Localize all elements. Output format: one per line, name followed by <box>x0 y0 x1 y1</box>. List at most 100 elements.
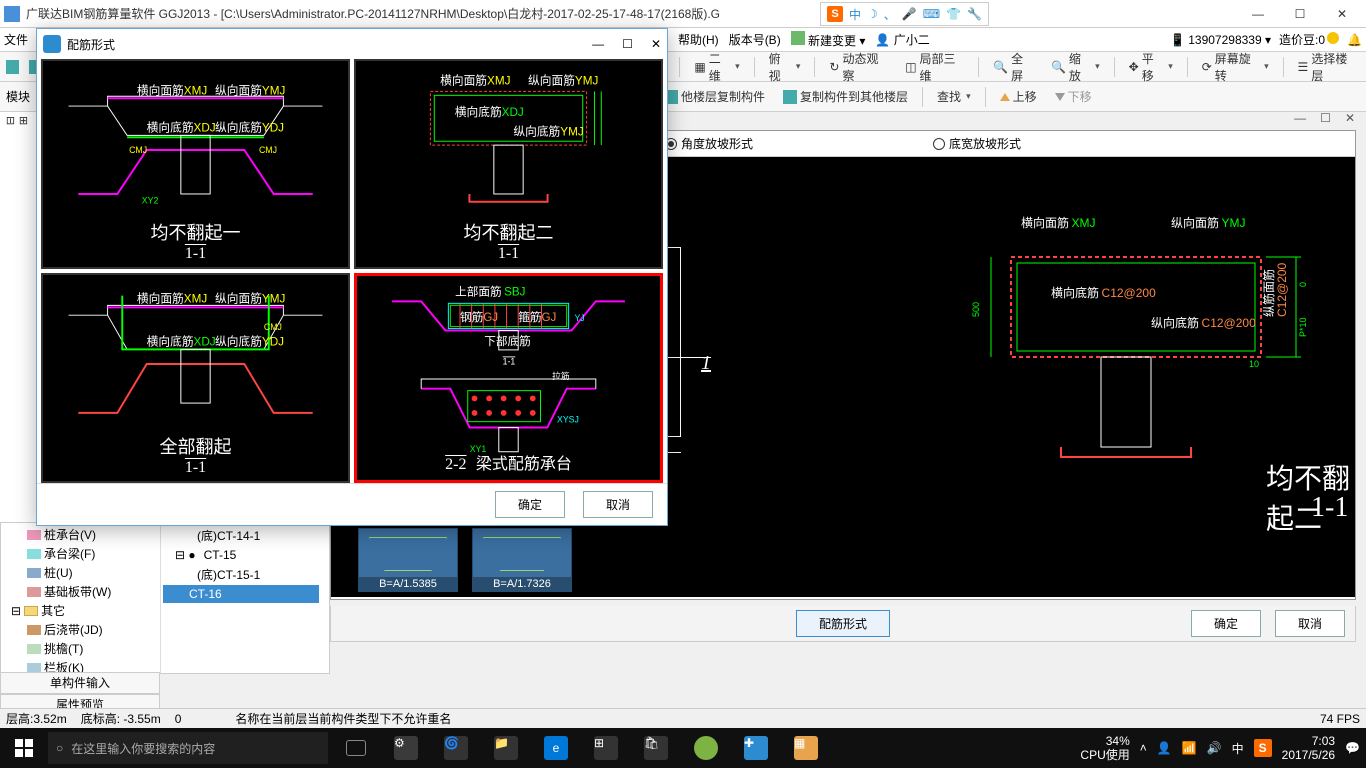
move-up[interactable]: 上移 <box>996 86 1041 107</box>
taskbar-app[interactable]: ⚙ <box>384 728 428 768</box>
taskbar-app-active[interactable]: ✚ <box>734 728 778 768</box>
tree-node[interactable]: 栏板(K) <box>1 658 160 673</box>
user-phone[interactable]: 📱 13907298339 ▾ <box>1170 33 1271 47</box>
taskbar-app[interactable] <box>684 728 728 768</box>
dialog-titlebar[interactable]: 配筋形式 — ☐ ✕ <box>37 29 667 59</box>
ime-tool-icon[interactable]: 🔧 <box>967 7 982 21</box>
ime-mode[interactable]: 中 <box>849 6 861 23</box>
option-cell-3[interactable]: 横向面筋XMJ 纵向面筋YMJ 横向底筋XDJ 纵向底筋YDJ CMJ 全部翻起… <box>41 273 350 483</box>
select-floor[interactable]: ☰ 选择楼层 <box>1294 48 1361 86</box>
menu-file[interactable]: 文件 <box>4 31 28 48</box>
screen-rotate[interactable]: ⟳ 屏幕旋转 <box>1198 48 1273 86</box>
component-list[interactable]: (底)CT-14-1 ⊟ ● CT-15 (底)CT-15-1 CT-16 <box>161 523 321 673</box>
dialog-ok-button[interactable]: 确定 <box>495 491 565 518</box>
single-input-button[interactable]: 单构件输入 <box>0 672 160 694</box>
menu-user[interactable]: 👤 广小二 <box>875 31 929 48</box>
view-2d[interactable]: ▦ 二维 <box>690 48 743 86</box>
store-icon[interactable]: 🛍 <box>634 728 678 768</box>
local-3d[interactable]: ◫ 局部三维 <box>901 48 968 86</box>
tree-node[interactable]: 挑檐(T) <box>1 639 160 658</box>
dialog-close[interactable]: ✕ <box>651 37 661 51</box>
taskbar-app[interactable]: ⊞ <box>584 728 628 768</box>
component-tree[interactable]: 桩承台(V) 承台梁(F) 桩(U) 基础板带(W) ⊟ 其它 后浇带(JD) … <box>1 523 161 673</box>
menu-help[interactable]: 帮助(H) <box>678 31 719 48</box>
cancel-button[interactable]: 取消 <box>1275 610 1345 637</box>
thumbnail[interactable]: B=A/1.7326 <box>472 528 572 592</box>
task-view-icon[interactable] <box>334 728 378 768</box>
tree-node[interactable]: 承台梁(F) <box>1 544 160 563</box>
tray-people-icon[interactable]: 👤 <box>1157 741 1172 755</box>
dialog-minimize[interactable]: — <box>592 37 604 51</box>
option-cell-2[interactable]: 横向面筋XMJ 纵向面筋YMJ 横向底筋XDJ 纵向底筋YMJ 均不翻起二 1-… <box>354 59 663 269</box>
opt-angle-slope[interactable]: 角度放坡形式 <box>665 135 753 152</box>
edge-icon[interactable]: e <box>534 728 578 768</box>
option-cell-1[interactable]: 横向面筋XMJ 纵向面筋YMJ 横向底筋XDJ 纵向底筋YDJ CMJ CMJ … <box>41 59 350 269</box>
window-maximize[interactable]: ☐ <box>1280 2 1320 26</box>
svg-text:横向底筋XDJ: 横向底筋XDJ <box>147 120 216 134</box>
pan[interactable]: ✥ 平移 <box>1125 48 1177 86</box>
notify-icon[interactable]: 🔔 <box>1347 33 1362 47</box>
option-cell-4[interactable]: 上部面筋 SBJ 钢筋GJ 箍筋GJ YJ 下部底筋 1-1 拉筋 XYSJ X… <box>354 273 663 483</box>
diagram-1: 横向面筋XMJ 纵向面筋YMJ 横向底筋XDJ 纵向底筋YDJ CMJ CMJ … <box>49 67 342 214</box>
svg-text:CMJ: CMJ <box>129 145 147 155</box>
zoom[interactable]: 🔍 缩放 <box>1047 48 1104 86</box>
action-center-icon[interactable]: 💬 <box>1345 741 1360 755</box>
panel-minimize[interactable]: — <box>1294 111 1306 125</box>
copy-to-floor[interactable]: 复制构件到其他楼层 <box>779 86 912 107</box>
tray-ime[interactable]: 中 <box>1232 740 1244 757</box>
list-item[interactable]: (底)CT-15-1 <box>163 564 319 585</box>
panel-close[interactable]: ✕ <box>1345 111 1355 125</box>
window-close[interactable]: ✕ <box>1322 2 1362 26</box>
sogou-icon[interactable]: S <box>827 6 843 22</box>
ime-moon-icon[interactable]: ☽ <box>867 7 878 21</box>
view-top[interactable]: 俯视 <box>765 48 805 86</box>
fullscreen[interactable]: 🔍 全屏 <box>989 48 1037 86</box>
tool-icon[interactable] <box>6 60 19 74</box>
menu-new-change[interactable]: 新建变更 ▾ <box>791 31 866 49</box>
ok-button[interactable]: 确定 <box>1191 610 1261 637</box>
tray-clock[interactable]: 7:032017/5/26 <box>1282 734 1335 763</box>
menu-version[interactable]: 版本号(B) <box>729 31 781 48</box>
ime-mic-icon[interactable]: 🎤 <box>902 7 917 21</box>
opt-width-slope[interactable]: 底宽放坡形式 <box>933 135 1021 152</box>
status-fps: 74 FPS <box>1320 712 1360 726</box>
start-button[interactable] <box>0 728 48 768</box>
window-minimize[interactable]: — <box>1238 2 1278 26</box>
list-item[interactable]: ⊟ ● CT-15 <box>163 546 319 564</box>
tree-node[interactable]: 后浇带(JD) <box>1 620 160 639</box>
ime-punct[interactable]: 、 <box>884 6 896 23</box>
find[interactable]: 查找 <box>933 86 975 107</box>
thumbnail[interactable]: B=A/1.5385 <box>358 528 458 592</box>
list-item[interactable]: CT-16 <box>163 585 319 603</box>
taskbar-app[interactable]: 📁 <box>484 728 528 768</box>
sogou-tray-icon[interactable]: S <box>1254 739 1272 757</box>
tree-node[interactable]: 桩承台(V) <box>1 525 160 544</box>
ime-toolbar[interactable]: S 中 ☽ 、 🎤 ⌨ 👕 🔧 <box>820 2 989 26</box>
move-down[interactable]: 下移 <box>1051 86 1096 107</box>
taskbar-app[interactable]: ▦ <box>784 728 828 768</box>
tray-volume-icon[interactable]: 🔊 <box>1207 741 1222 755</box>
list-item[interactable]: (底)CT-14-1 <box>163 525 319 546</box>
ime-skin-icon[interactable]: 👕 <box>946 7 961 21</box>
dialog-maximize[interactable]: ☐ <box>622 37 633 51</box>
dialog-cancel-button[interactable]: 取消 <box>583 491 653 518</box>
copy-from-floor[interactable]: 他楼层复制构件 <box>660 86 769 107</box>
tree-node[interactable]: 基础板带(W) <box>1 582 160 601</box>
dialog-title: 配筋形式 <box>67 36 115 53</box>
taskbar-search[interactable]: ○ 在这里输入你要搜索的内容 <box>48 732 328 764</box>
panel-maximize[interactable]: ☐ <box>1320 111 1331 125</box>
windows-taskbar: ○ 在这里输入你要搜索的内容 ⚙ 🌀 📁 e ⊞ 🛍 ✚ ▦ 34%CPU使用 … <box>0 728 1366 768</box>
credits[interactable]: 造价豆:0 <box>1279 31 1339 48</box>
tray-up-icon[interactable]: ˄ <box>1140 741 1147 755</box>
reinforcement-form-button[interactable]: 配筋形式 <box>796 610 890 637</box>
tree-node[interactable]: 桩(U) <box>1 563 160 582</box>
cell-sub: 1-1 <box>185 459 206 477</box>
system-tray[interactable]: 34%CPU使用 ˄ 👤 📶 🔊 中 S 7:032017/5/26 💬 <box>1080 734 1366 763</box>
dynamic-observe[interactable]: ↻ 动态观察 <box>825 48 891 86</box>
ime-kbd-icon[interactable]: ⌨ <box>923 7 940 21</box>
tray-network-icon[interactable]: 📶 <box>1182 741 1197 755</box>
axis-num: 1 <box>701 352 711 375</box>
taskbar-app[interactable]: 🌀 <box>434 728 478 768</box>
tree-folder[interactable]: ⊟ 其它 <box>1 601 160 620</box>
cpu-meter[interactable]: 34%CPU使用 <box>1080 734 1129 763</box>
